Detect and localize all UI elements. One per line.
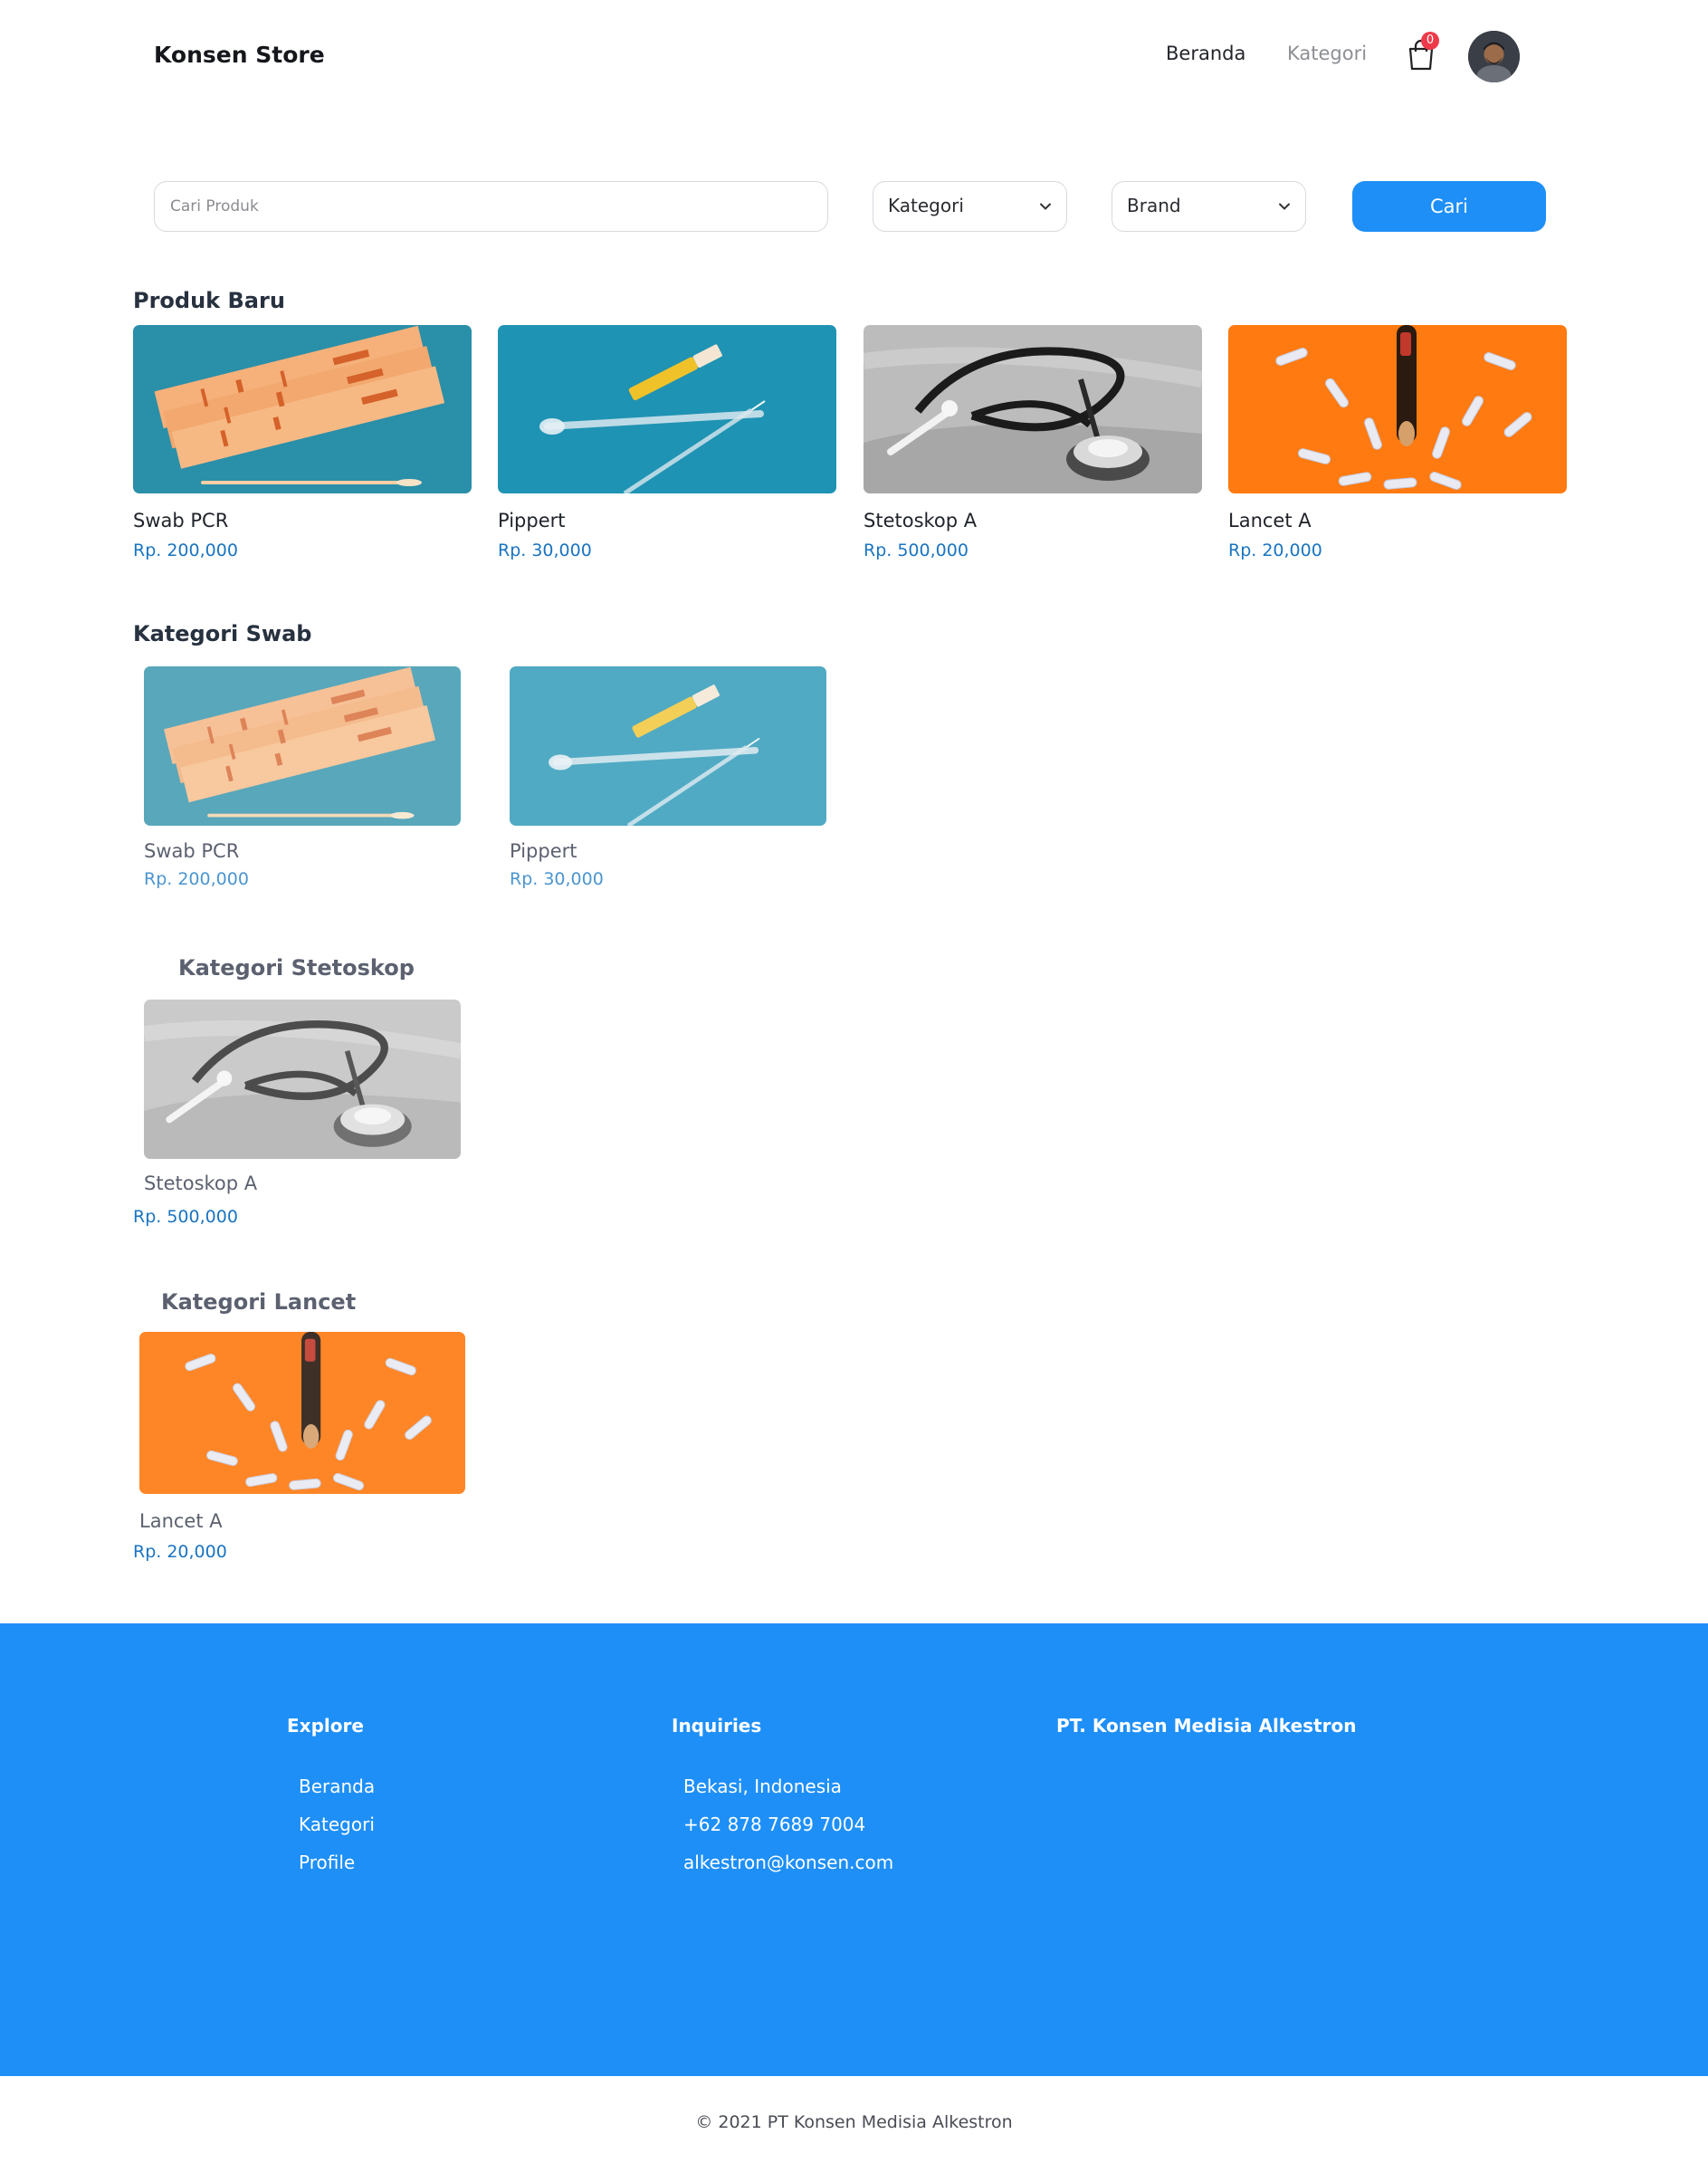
product-price: Rp. 500,000 bbox=[133, 1207, 238, 1227]
nav-beranda[interactable]: Beranda bbox=[1166, 43, 1245, 64]
product-name[interactable]: Pippert bbox=[498, 510, 565, 531]
product-image-pippert[interactable] bbox=[498, 325, 836, 493]
section-title-new-products: Produk Baru bbox=[133, 288, 285, 313]
product-image-lancet-a[interactable] bbox=[1228, 325, 1567, 493]
footer-phone[interactable]: +62 878 7689 7004 bbox=[683, 1814, 865, 1835]
product-name[interactable]: Swab PCR bbox=[144, 840, 239, 862]
product-price: Rp. 500,000 bbox=[864, 541, 969, 560]
footer-address: Bekasi, Indonesia bbox=[683, 1775, 842, 1797]
section-title-swab: Kategori Swab bbox=[133, 621, 312, 646]
product-price: Rp. 30,000 bbox=[510, 869, 604, 889]
product-image-swab-pcr[interactable] bbox=[133, 325, 472, 493]
search-button[interactable]: Cari bbox=[1352, 181, 1546, 232]
product-image-pippert[interactable] bbox=[510, 666, 826, 826]
category-select-label: Kategori bbox=[888, 195, 964, 216]
product-name[interactable]: Pippert bbox=[510, 840, 577, 862]
product-name[interactable]: Stetoskop A bbox=[864, 510, 977, 531]
footer-company-title: PT. Konsen Medisia Alkestron bbox=[1056, 1715, 1357, 1737]
product-image-swab-pcr[interactable] bbox=[144, 666, 461, 826]
chevron-down-icon bbox=[1040, 203, 1051, 210]
category-select[interactable]: Kategori bbox=[873, 181, 1067, 232]
product-name[interactable]: Stetoskop A bbox=[144, 1172, 257, 1194]
product-name[interactable]: Swab PCR bbox=[133, 510, 228, 531]
cart-count-badge: 0 bbox=[1421, 32, 1439, 50]
product-image-stetoskop-a[interactable] bbox=[864, 325, 1202, 493]
footer-link-kategori[interactable]: Kategori bbox=[299, 1814, 375, 1835]
user-avatar[interactable] bbox=[1468, 31, 1520, 82]
section-title-lancet: Kategori Lancet bbox=[161, 1289, 357, 1315]
product-price: Rp. 30,000 bbox=[498, 541, 592, 560]
footer-inquiries-title: Inquiries bbox=[672, 1715, 762, 1737]
product-price: Rp. 200,000 bbox=[144, 869, 249, 889]
nav-kategori[interactable]: Kategori bbox=[1287, 43, 1367, 64]
brand-select-label: Brand bbox=[1127, 195, 1181, 216]
brand-select[interactable]: Brand bbox=[1112, 181, 1306, 232]
copyright-text: © 2021 PT Konsen Medisia Alkestron bbox=[695, 2112, 1013, 2132]
footer: Explore Beranda Kategori Profile Inquiri… bbox=[0, 1623, 1708, 2076]
footer-link-profile[interactable]: Profile bbox=[299, 1852, 355, 1873]
product-image-lancet-a[interactable] bbox=[139, 1332, 465, 1494]
product-price: Rp. 20,000 bbox=[1228, 541, 1322, 560]
product-name[interactable]: Lancet A bbox=[1228, 510, 1312, 531]
store-logo[interactable]: Konsen Store bbox=[154, 42, 325, 68]
footer-email[interactable]: alkestron@konsen.com bbox=[683, 1852, 893, 1873]
product-price: Rp. 20,000 bbox=[133, 1542, 227, 1562]
product-price: Rp. 200,000 bbox=[133, 541, 238, 560]
chevron-down-icon bbox=[1279, 203, 1290, 210]
footer-explore-title: Explore bbox=[287, 1715, 364, 1737]
product-image-stetoskop-a[interactable] bbox=[144, 1000, 461, 1159]
product-name[interactable]: Lancet A bbox=[139, 1510, 223, 1532]
search-input[interactable] bbox=[154, 181, 828, 232]
section-title-stethoscope: Kategori Stetoskop bbox=[178, 955, 415, 981]
footer-link-beranda[interactable]: Beranda bbox=[299, 1775, 375, 1797]
